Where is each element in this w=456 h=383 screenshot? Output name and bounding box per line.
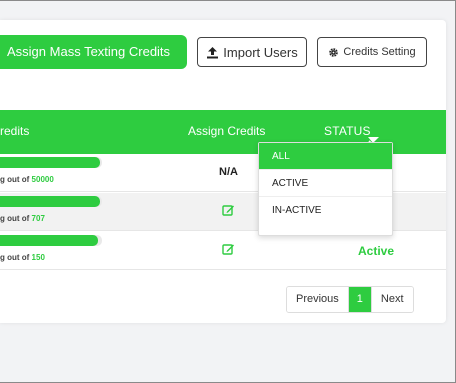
credit-usage-text: g out of 150 — [0, 253, 45, 262]
gear-icon — [328, 47, 339, 58]
credit-usage-bar — [0, 157, 100, 168]
credit-usage-text: g out of 50000 — [0, 175, 54, 184]
upload-icon — [206, 46, 219, 59]
credits-setting-label: Credits Setting — [343, 46, 416, 58]
credit-usage-bar — [0, 196, 100, 207]
status-option-all[interactable]: ALL — [259, 143, 392, 170]
previous-page-button[interactable]: Previous — [287, 287, 349, 312]
status-filter-dropdown: ALL ACTIVE IN-ACTIVE — [258, 142, 393, 236]
credits-setting-button[interactable]: Credits Setting — [317, 37, 427, 67]
credit-usage-bar — [0, 235, 98, 246]
edit-icon[interactable] — [222, 203, 235, 221]
assign-credits-value: N/A — [219, 166, 238, 178]
header-assign-credits: Assign Credits — [188, 124, 266, 138]
current-page-button[interactable]: 1 — [348, 287, 372, 312]
status-badge: Active — [358, 244, 395, 258]
credit-usage-text: g out of 707 — [0, 214, 45, 223]
table-row: g out of 150 Active — [0, 232, 446, 270]
import-users-label: Import Users — [223, 44, 298, 60]
status-option-active[interactable]: ACTIVE — [259, 170, 392, 197]
import-users-button[interactable]: Import Users — [197, 37, 307, 67]
header-status: STATUS — [324, 124, 371, 138]
assign-mass-texting-credits-button[interactable]: Assign Mass Texting Credits — [0, 35, 187, 69]
edit-icon[interactable] — [222, 242, 235, 260]
status-option-inactive[interactable]: IN-ACTIVE — [259, 197, 392, 224]
pagination: Previous 1 Next — [286, 286, 414, 313]
next-page-button[interactable]: Next — [371, 287, 413, 312]
header-credits: redits — [0, 124, 30, 138]
